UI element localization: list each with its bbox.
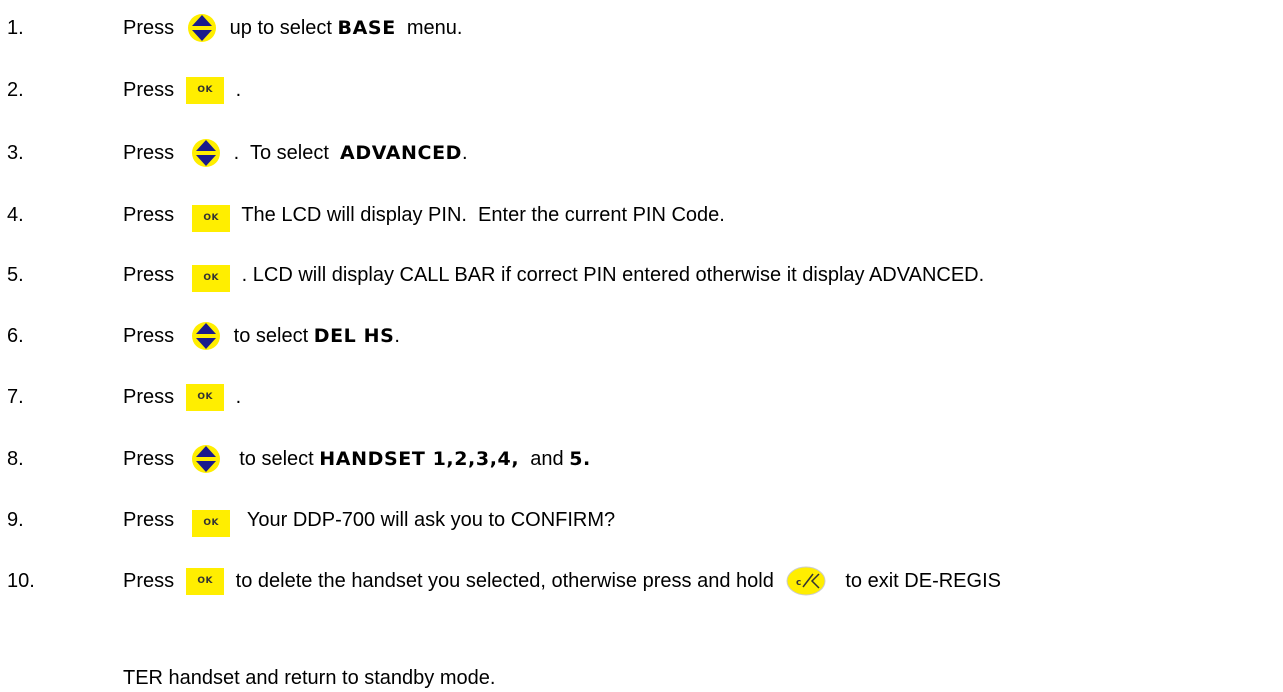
instruction-text: to select [228, 324, 314, 347]
ok-button-icon: OK [192, 509, 231, 537]
instruction-text: . LCD will display CALL BAR if correct P… [236, 263, 985, 286]
ok-label: OK [203, 213, 219, 223]
press-label: Press [123, 141, 175, 164]
cancel-button-icon: c [785, 565, 827, 597]
step-number: 3. [7, 141, 24, 164]
ok-button-icon: OK [186, 567, 225, 595]
instruction-text: up to select [224, 16, 338, 39]
ok-button-icon: OK [186, 76, 225, 104]
press-label: Press [123, 78, 175, 101]
handset-list: HANDSET 1,2,3,4, [319, 448, 520, 470]
menu-name: DEL HS [313, 325, 395, 347]
instruction-text: . [462, 141, 468, 164]
instruction-text: . [230, 385, 242, 408]
step-number: 1. [7, 16, 24, 39]
press-label: Press [123, 385, 175, 408]
press-label: Press [123, 203, 175, 226]
ok-label: OK [203, 273, 219, 283]
ok-label: OK [197, 576, 213, 586]
press-label: Press [123, 569, 175, 592]
step-number: 5. [7, 263, 24, 286]
step-number: 4. [7, 203, 24, 226]
step-10-continuation: TER handset and return to standby mode. [123, 666, 496, 689]
ok-button-icon: OK [192, 264, 231, 292]
press-label: Press [123, 324, 175, 347]
ok-button-icon: OK [192, 204, 231, 232]
up-down-arrow-icon [190, 320, 222, 352]
menu-name: BASE [337, 17, 396, 39]
instruction-text: and [519, 447, 570, 470]
instruction-text: to exit DE-REGIS [845, 569, 1001, 592]
up-down-arrow-icon [186, 12, 218, 44]
up-down-arrow-icon [190, 137, 222, 169]
instruction-text: The LCD will display PIN. Enter the curr… [236, 203, 725, 226]
instruction-text: . [230, 78, 242, 101]
press-label: Press [123, 447, 175, 470]
instruction-text: to select [228, 447, 320, 470]
press-label: Press [123, 16, 175, 39]
instruction-text: Your DDP-700 will ask you to CONFIRM? [236, 508, 616, 531]
instruction-text: . To select [228, 141, 341, 164]
ok-label: OK [197, 392, 213, 402]
handset-number: 5. [569, 448, 591, 470]
ok-button-icon: OK [186, 383, 225, 411]
instruction-text: to delete the handset you selected, othe… [230, 569, 780, 592]
step-number: 7. [7, 385, 24, 408]
step-number: 6. [7, 324, 24, 347]
menu-name: ADVANCED [340, 142, 463, 164]
press-label: Press [123, 508, 175, 531]
instruction-text: menu. [395, 16, 463, 39]
instruction-text: . [394, 324, 400, 347]
step-number: 9. [7, 508, 24, 531]
press-label: Press [123, 263, 175, 286]
up-down-arrow-icon [190, 443, 222, 475]
ok-label: OK [203, 518, 219, 528]
ok-label: OK [197, 85, 213, 95]
step-number: 10. [7, 569, 35, 592]
step-number: 2. [7, 78, 24, 101]
cancel-key-label: c [796, 578, 801, 588]
step-number: 8. [7, 447, 24, 470]
